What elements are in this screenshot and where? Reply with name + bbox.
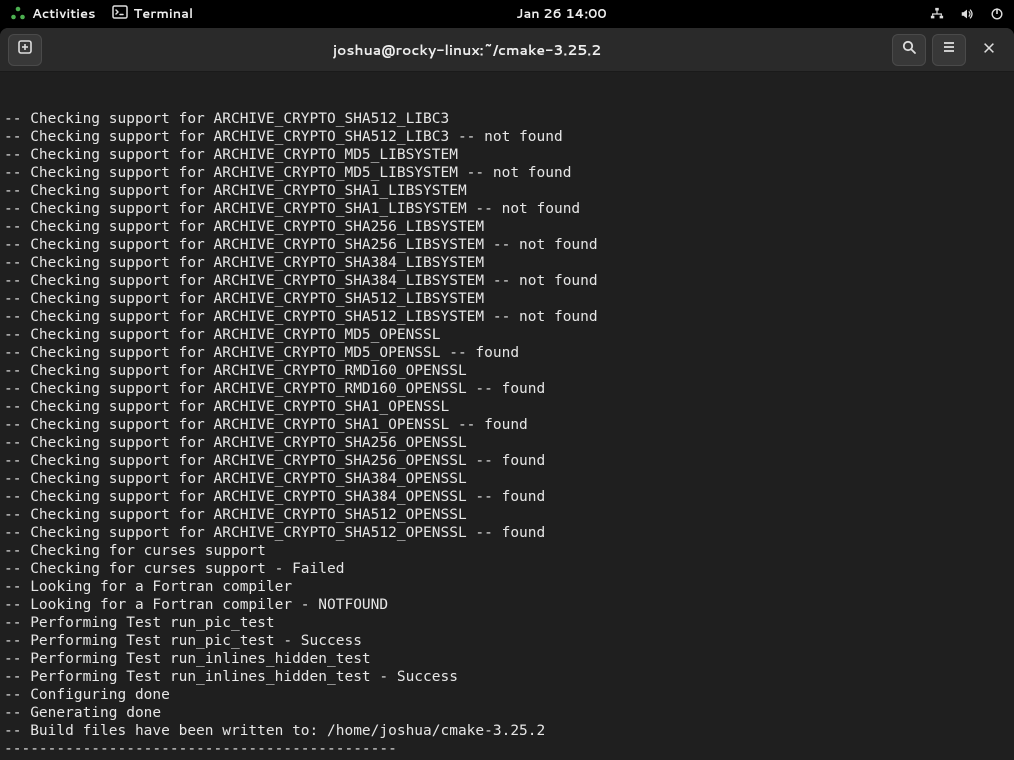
window-title: joshua@rocky-linux:~/cmake-3.25.2 [42, 40, 892, 60]
terminal-line: -- Checking support for ARCHIVE_CRYPTO_S… [4, 524, 1010, 542]
search-button[interactable] [892, 34, 926, 66]
terminal-line: -- Checking support for ARCHIVE_CRYPTO_R… [4, 380, 1010, 398]
terminal-line: ----------------------------------------… [4, 740, 1010, 758]
close-icon [982, 38, 996, 61]
app-menu-label: Terminal [134, 5, 194, 23]
terminal-line: -- Performing Test run_inlines_hidden_te… [4, 668, 1010, 686]
activities-label: Activities [32, 5, 96, 23]
hamburger-menu-button[interactable] [932, 34, 966, 66]
terminal-line: -- Checking support for ARCHIVE_CRYPTO_S… [4, 290, 1010, 308]
network-icon[interactable] [930, 7, 944, 21]
terminal-line: -- Checking support for ARCHIVE_CRYPTO_S… [4, 416, 1010, 434]
terminal-line: -- Checking support for ARCHIVE_CRYPTO_M… [4, 344, 1010, 362]
terminal-content[interactable]: -- Checking support for ARCHIVE_CRYPTO_S… [0, 72, 1014, 760]
terminal-icon [112, 4, 128, 25]
topbar-clock[interactable]: Jan 26 14:00 [516, 5, 606, 23]
search-icon [901, 38, 917, 61]
activities-icon [10, 6, 26, 22]
terminal-line: -- Checking support for ARCHIVE_CRYPTO_S… [4, 200, 1010, 218]
terminal-line: -- Generating done [4, 704, 1010, 722]
topbar-left: Activities Terminal [10, 4, 193, 25]
terminal-line: -- Checking for curses support - Failed [4, 560, 1010, 578]
terminal-line: -- Checking support for ARCHIVE_CRYPTO_S… [4, 470, 1010, 488]
terminal-line: -- Build files have been written to: /ho… [4, 722, 1010, 740]
terminal-line: -- Checking support for ARCHIVE_CRYPTO_S… [4, 434, 1010, 452]
terminal-line: -- Checking support for ARCHIVE_CRYPTO_S… [4, 254, 1010, 272]
terminal-line: -- Checking support for ARCHIVE_CRYPTO_S… [4, 398, 1010, 416]
terminal-line: -- Checking support for ARCHIVE_CRYPTO_R… [4, 362, 1010, 380]
gnome-topbar: Activities Terminal Jan 26 14:00 [0, 0, 1014, 28]
terminal-line: -- Checking support for ARCHIVE_CRYPTO_S… [4, 218, 1010, 236]
terminal-line: -- Checking support for ARCHIVE_CRYPTO_S… [4, 506, 1010, 524]
app-menu[interactable]: Terminal [112, 4, 194, 25]
topbar-right [930, 7, 1004, 21]
close-button[interactable] [972, 34, 1006, 66]
terminal-line: -- Checking support for ARCHIVE_CRYPTO_S… [4, 452, 1010, 470]
terminal-line: -- Checking support for ARCHIVE_CRYPTO_S… [4, 128, 1010, 146]
terminal-line: -- Checking support for ARCHIVE_CRYPTO_S… [4, 182, 1010, 200]
new-tab-icon [17, 38, 33, 61]
terminal-window: joshua@rocky-linux:~/cmake-3.25.2 [0, 28, 1014, 760]
terminal-line: -- Performing Test run_inlines_hidden_te… [4, 650, 1010, 668]
terminal-output: -- Checking support for ARCHIVE_CRYPTO_S… [4, 110, 1010, 760]
terminal-line: -- Looking for a Fortran compiler - NOTF… [4, 596, 1010, 614]
terminal-line: -- Checking for curses support [4, 542, 1010, 560]
terminal-line: -- Looking for a Fortran compiler [4, 578, 1010, 596]
terminal-line: -- Checking support for ARCHIVE_CRYPTO_S… [4, 308, 1010, 326]
power-icon[interactable] [990, 7, 1004, 21]
terminal-line: -- Checking support for ARCHIVE_CRYPTO_M… [4, 164, 1010, 182]
terminal-line: -- Checking support for ARCHIVE_CRYPTO_M… [4, 146, 1010, 164]
terminal-line: -- Checking support for ARCHIVE_CRYPTO_S… [4, 110, 1010, 128]
activities-button[interactable]: Activities [10, 5, 96, 23]
terminal-line: -- Checking support for ARCHIVE_CRYPTO_S… [4, 236, 1010, 254]
titlebar: joshua@rocky-linux:~/cmake-3.25.2 [0, 28, 1014, 72]
clock-label: Jan 26 14:00 [516, 5, 606, 23]
terminal-line: -- Checking support for ARCHIVE_CRYPTO_S… [4, 272, 1010, 290]
terminal-line: -- Performing Test run_pic_test [4, 614, 1010, 632]
hamburger-icon [941, 38, 957, 61]
terminal-line: -- Configuring done [4, 686, 1010, 704]
terminal-line: -- Checking support for ARCHIVE_CRYPTO_S… [4, 488, 1010, 506]
volume-icon[interactable] [960, 7, 974, 21]
terminal-line: -- Checking support for ARCHIVE_CRYPTO_M… [4, 326, 1010, 344]
new-tab-button[interactable] [8, 34, 42, 66]
terminal-line: -- Performing Test run_pic_test - Succes… [4, 632, 1010, 650]
